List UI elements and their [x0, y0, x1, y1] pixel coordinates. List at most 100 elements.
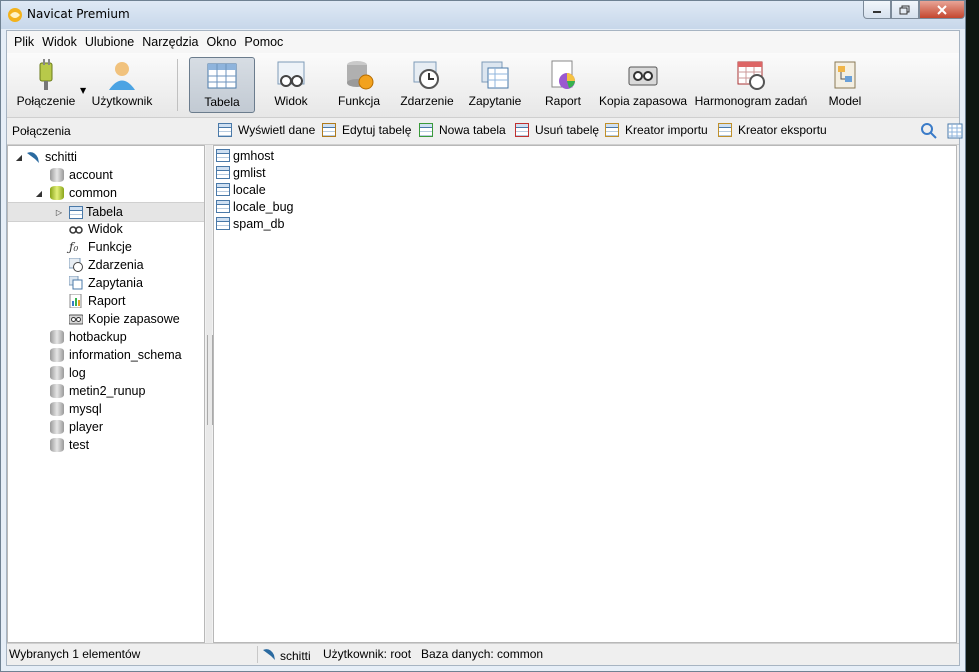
new-table-button[interactable]: Nowa tabela	[419, 123, 506, 137]
db-name: log	[69, 366, 86, 380]
backup-button[interactable]: Kopia zapasowa	[597, 57, 689, 113]
connection-name: schitti	[45, 150, 77, 164]
function-fx-icon: ƒ₀	[69, 240, 79, 254]
menu-favorites[interactable]: Ulubione	[81, 35, 138, 49]
table-icon	[216, 183, 230, 196]
model-icon	[829, 59, 861, 91]
schedule-button[interactable]: Harmonogram zadań	[693, 57, 809, 113]
report-label: Raport	[544, 94, 582, 108]
close-button[interactable]	[919, 1, 965, 19]
table-item-gmlist[interactable]: gmlist	[216, 164, 266, 181]
node-label: Tabela	[86, 205, 123, 219]
plug-icon	[30, 59, 62, 91]
table-item-locale[interactable]: locale	[216, 181, 266, 198]
database-icon	[50, 330, 64, 344]
minimize-button[interactable]	[863, 1, 891, 19]
user-icon	[106, 59, 138, 91]
connection-button[interactable]: Połączenie	[13, 57, 79, 113]
table-item-gmhost[interactable]: gmhost	[216, 147, 274, 164]
event-clock-icon	[68, 257, 83, 272]
tree-node-views[interactable]: Widok	[8, 220, 204, 238]
object-list: gmhost gmlist locale locale_bug spam_db	[213, 145, 957, 643]
restore-button[interactable]	[891, 1, 919, 19]
user-button[interactable]: Użytkownik	[87, 57, 157, 113]
menu-window[interactable]: Okno	[203, 35, 241, 49]
collapse-arrow-icon[interactable]: ◢	[14, 153, 24, 162]
db-name: hotbackup	[69, 330, 127, 344]
menu-bar: Plik Widok Ulubione Narzędzia Okno Pomoc	[7, 31, 959, 53]
tree-db-mysql[interactable]: mysql	[8, 400, 204, 418]
database-icon	[50, 420, 64, 434]
menu-view[interactable]: Widok	[38, 35, 81, 49]
event-clock-icon	[411, 59, 443, 91]
object-toolbar: Połączenia Wyświetl dane Edytuj tabelę N…	[7, 118, 963, 145]
tree-db-log[interactable]: log	[8, 364, 204, 382]
connections-tree: ◢ schitti account ◢ common ▷ Tabela Wido…	[7, 145, 205, 643]
function-label: Funkcja	[337, 94, 381, 108]
db-name: information_schema	[69, 348, 182, 362]
tree-db-metin2-runup[interactable]: metin2_runup	[8, 382, 204, 400]
tree-db-hotbackup[interactable]: hotbackup	[8, 328, 204, 346]
table-icon	[216, 149, 230, 162]
close-icon	[937, 4, 947, 15]
table-icon	[216, 217, 230, 230]
edit-table-button[interactable]: Edytuj tabelę	[322, 123, 411, 137]
search-icon[interactable]	[921, 123, 937, 142]
export-wizard-button[interactable]: Kreator eksportu	[718, 123, 827, 137]
pane-splitter[interactable]	[206, 145, 213, 643]
function-button[interactable]: Funkcja	[329, 57, 389, 113]
new-table-icon	[419, 123, 433, 137]
import-wizard-icon	[605, 123, 619, 137]
toolbar-separator	[177, 59, 178, 111]
tree-node-tables[interactable]: ▷ Tabela	[8, 202, 204, 222]
tree-node-backups[interactable]: Kopie zapasowe	[8, 310, 204, 328]
menu-help[interactable]: Pomoc	[240, 35, 287, 49]
event-label: Zdarzenie	[400, 94, 454, 108]
show-data-button[interactable]: Wyświetl dane	[218, 123, 315, 137]
tree-node-reports[interactable]: Raport	[8, 292, 204, 310]
table-label: Tabela	[204, 95, 240, 109]
main-toolbar: Połączenie ▼ Użytkownik Tabela Widok Fun…	[7, 53, 959, 118]
tree-node-events[interactable]: Zdarzenia	[8, 256, 204, 274]
navicat-logo-icon	[7, 7, 23, 23]
report-button[interactable]: Raport	[535, 57, 591, 113]
grid-view-icon[interactable]	[947, 123, 963, 142]
table-item-spam-db[interactable]: spam_db	[216, 215, 284, 232]
menu-tools[interactable]: Narzędzia	[138, 35, 202, 49]
view-label: Widok	[274, 94, 308, 108]
table-name: gmhost	[233, 148, 274, 163]
menu-file[interactable]: Plik	[10, 35, 38, 49]
table-name: spam_db	[233, 216, 285, 231]
backup-tape-icon	[627, 59, 659, 91]
table-button[interactable]: Tabela	[189, 57, 255, 113]
function-gear-icon	[343, 59, 375, 91]
query-button[interactable]: Zapytanie	[463, 57, 527, 113]
tree-db-information-schema[interactable]: information_schema	[8, 346, 204, 364]
report-icon	[547, 59, 579, 91]
database-icon	[50, 168, 64, 182]
table-item-locale-bug[interactable]: locale_bug	[216, 198, 293, 215]
tree-connection-schitti[interactable]: ◢ schitti	[8, 148, 204, 166]
tree-db-player[interactable]: player	[8, 418, 204, 436]
db-name: test	[69, 438, 90, 452]
import-wizard-button[interactable]: Kreator importu	[605, 123, 708, 137]
model-button[interactable]: Model	[817, 57, 873, 113]
connection-dropdown-arrow-icon[interactable]: ▼	[80, 86, 86, 95]
export-wizard-label: Kreator eksportu	[738, 123, 827, 137]
tree-db-test[interactable]: test	[8, 436, 204, 454]
tree-db-account[interactable]: account	[8, 166, 204, 184]
delete-table-label: Usuń tabelę	[535, 123, 600, 137]
expand-arrow-icon[interactable]: ▷	[54, 208, 64, 217]
tree-node-queries[interactable]: Zapytania	[8, 274, 204, 292]
tree-db-common[interactable]: ◢ common	[8, 184, 204, 202]
tree-node-functions[interactable]: ƒ₀ Funkcje	[8, 238, 204, 256]
db-name: player	[69, 420, 104, 434]
collapse-arrow-icon[interactable]: ◢	[34, 189, 44, 198]
view-button[interactable]: Widok	[261, 57, 321, 113]
import-wizard-label: Kreator importu	[625, 123, 708, 137]
delete-table-button[interactable]: Usuń tabelę	[515, 123, 599, 137]
event-button[interactable]: Zdarzenie	[397, 57, 457, 113]
edit-table-label: Edytuj tabelę	[342, 123, 412, 137]
status-selection: Wybranych 1 elementów	[9, 647, 141, 661]
node-label: Zdarzenia	[88, 258, 144, 272]
